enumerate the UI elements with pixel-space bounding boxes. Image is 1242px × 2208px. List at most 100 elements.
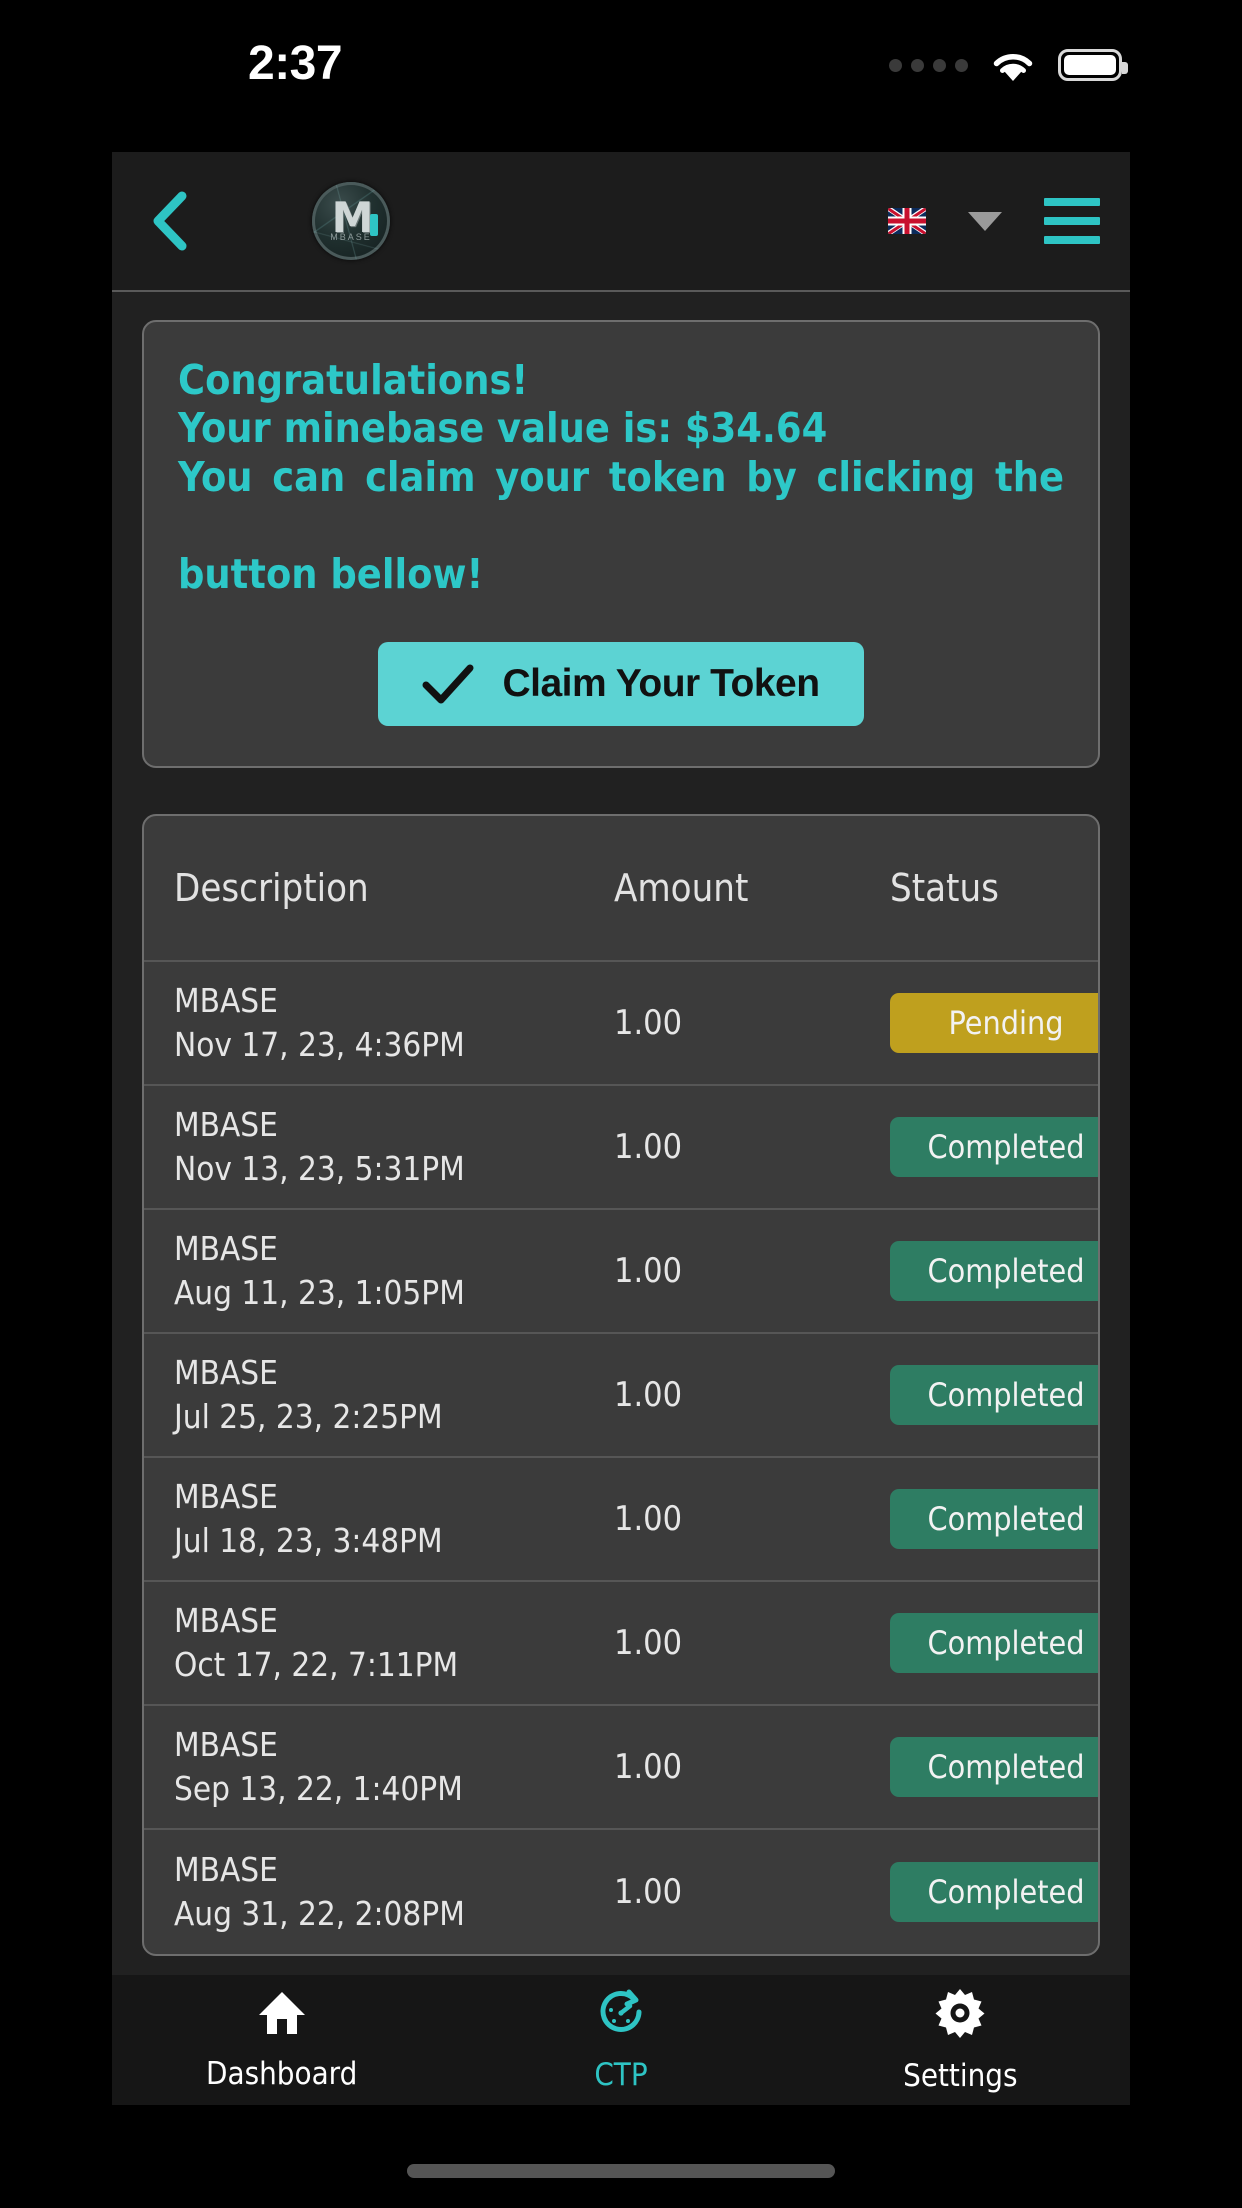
nav-label-ctp: CTP [594, 2056, 648, 2093]
row-token: MBASE [174, 1725, 278, 1765]
cell-status: Completed [864, 1240, 1098, 1301]
table-row[interactable]: MBASE Jul 25, 23, 2:25PM 1.00 Completed [144, 1334, 1098, 1458]
bottom-navigation: Dashboard CTP Settings [112, 1975, 1130, 2105]
claim-button-row: Claim Your Token [178, 641, 1064, 726]
row-date: Oct 17, 22, 7:11PM [174, 1644, 459, 1684]
page-content: Congratulations! Your minebase value is:… [112, 292, 1130, 1956]
row-token: MBASE [174, 1850, 278, 1890]
nav-item-dashboard[interactable]: Dashboard [112, 1989, 451, 2092]
app-window: M MBASE Congratulations! Your minebase v… [112, 152, 1130, 2032]
congrats-line-4: button bellow! [178, 549, 484, 598]
status-bar: 2:37 [0, 0, 1242, 112]
caret-down-icon[interactable] [968, 211, 1002, 231]
uk-flag-icon[interactable] [888, 208, 926, 234]
table-row[interactable]: MBASE Sep 13, 22, 1:40PM 1.00 Completed [144, 1706, 1098, 1830]
table-row[interactable]: MBASE Jul 18, 23, 3:48PM 1.00 Completed [144, 1458, 1098, 1582]
nav-item-settings[interactable]: Settings [791, 1987, 1130, 2094]
congrats-line-2: Your minebase value is: $34.64 [178, 404, 828, 453]
cell-description: MBASE Aug 11, 23, 1:05PM [174, 1227, 594, 1314]
check-icon [422, 663, 474, 705]
congrats-line-3: You can claim your token by clicking the [178, 452, 1064, 501]
cell-status: Completed [864, 1488, 1098, 1549]
congratulations-card: Congratulations! Your minebase value is:… [142, 320, 1100, 768]
app-header: M MBASE [112, 152, 1130, 292]
claim-token-button[interactable]: Claim Your Token [378, 641, 864, 726]
cell-description: MBASE Sep 13, 22, 1:40PM [174, 1723, 594, 1810]
row-token: MBASE [174, 1105, 278, 1145]
row-date: Aug 11, 23, 1:05PM [174, 1272, 465, 1312]
cell-amount: 1.00 [614, 1746, 683, 1787]
cell-description: MBASE Oct 17, 22, 7:11PM [174, 1599, 594, 1686]
status-badge: Completed [890, 1736, 1098, 1797]
table-row[interactable]: MBASE Nov 17, 23, 4:36PM 1.00 Pending [144, 962, 1098, 1086]
status-badge: Completed [890, 1240, 1098, 1301]
column-header-description: Description [174, 865, 369, 910]
status-badge: Completed [890, 1861, 1098, 1922]
cell-status: Pending [864, 992, 1098, 1053]
row-date: Sep 13, 22, 1:40PM [174, 1768, 463, 1808]
table-row[interactable]: MBASE Aug 31, 22, 2:08PM 1.00 Completed [144, 1830, 1098, 1954]
back-chevron-icon[interactable] [140, 191, 200, 251]
row-token: MBASE [174, 1229, 278, 1269]
cell-description: MBASE Aug 31, 22, 2:08PM [174, 1848, 594, 1935]
nav-label-dashboard: Dashboard [206, 2055, 358, 2092]
column-header-status: Status [890, 865, 999, 910]
table-body: MBASE Nov 17, 23, 4:36PM 1.00 Pending MBASE N… [144, 962, 1098, 1954]
signal-dots-icon [889, 58, 968, 72]
row-token: MBASE [174, 1477, 278, 1517]
cell-amount: 1.00 [614, 1126, 683, 1167]
battery-full-icon [1058, 49, 1128, 81]
cell-amount: 1.00 [614, 1498, 683, 1539]
home-icon [257, 1989, 307, 2042]
cell-status: Completed [864, 1116, 1098, 1177]
table-row[interactable]: MBASE Aug 11, 23, 1:05PM 1.00 Completed [144, 1210, 1098, 1334]
table-row[interactable]: MBASE Nov 13, 23, 5:31PM 1.00 Completed [144, 1086, 1098, 1210]
table-row[interactable]: MBASE Oct 17, 22, 7:11PM 1.00 Completed [144, 1582, 1098, 1706]
status-badge: Completed [890, 1364, 1098, 1425]
logo-accent-bar [370, 214, 378, 236]
nav-item-ctp[interactable]: CTP [451, 1988, 790, 2093]
cell-amount: 1.00 [614, 1250, 683, 1291]
row-token: MBASE [174, 1601, 278, 1641]
cell-status: Completed [864, 1861, 1098, 1922]
home-indicator[interactable] [407, 2164, 835, 2178]
status-badge: Completed [890, 1116, 1098, 1177]
cell-description: MBASE Jul 25, 23, 2:25PM [174, 1351, 594, 1438]
status-bar-indicators [889, 48, 1128, 82]
cell-amount: 1.00 [614, 1374, 683, 1415]
gear-icon [934, 1987, 986, 2044]
congrats-line-1: Congratulations! [178, 356, 529, 404]
row-token: MBASE [174, 981, 278, 1021]
wifi-icon [990, 48, 1036, 82]
mbase-coin-logo[interactable]: M MBASE [312, 182, 390, 260]
row-date: Aug 31, 22, 2:08PM [174, 1893, 465, 1933]
cell-description: MBASE Nov 17, 23, 4:36PM [174, 979, 594, 1066]
cell-amount: 1.00 [614, 1002, 683, 1043]
app-header-actions [888, 198, 1100, 244]
row-date: Jul 25, 23, 2:25PM [174, 1396, 443, 1436]
cell-status: Completed [864, 1736, 1098, 1797]
cell-amount: 1.00 [614, 1622, 683, 1663]
status-badge: Completed [890, 1612, 1098, 1673]
status-bar-clock: 2:37 [248, 37, 343, 90]
transactions-table: Description Amount Status MBASE Nov 17, 2… [142, 813, 1100, 1956]
cell-description: MBASE Jul 18, 23, 3:48PM [174, 1475, 594, 1562]
table-header-row: Description Amount Status [144, 816, 1098, 962]
status-badge: Pending [890, 992, 1098, 1053]
row-date: Nov 13, 23, 5:31PM [174, 1148, 465, 1188]
row-token: MBASE [174, 1353, 278, 1393]
nav-label-settings: Settings [903, 2057, 1018, 2094]
cell-status: Completed [864, 1364, 1098, 1425]
cell-description: MBASE Nov 13, 23, 5:31PM [174, 1103, 594, 1190]
cell-amount: 1.00 [614, 1871, 683, 1912]
row-date: Nov 17, 23, 4:36PM [174, 1024, 465, 1064]
row-date: Jul 18, 23, 3:48PM [174, 1520, 443, 1560]
column-header-amount: Amount [614, 865, 749, 910]
cell-status: Completed [864, 1612, 1098, 1673]
congratulations-text: Congratulations! Your minebase value is:… [178, 356, 1064, 598]
claim-token-label: Claim Your Token [502, 661, 820, 705]
status-badge: Completed [890, 1488, 1098, 1549]
hamburger-menu-icon[interactable] [1044, 198, 1100, 244]
gauge-icon [596, 1988, 646, 2043]
logo-sublabel: MBASE [330, 232, 372, 242]
